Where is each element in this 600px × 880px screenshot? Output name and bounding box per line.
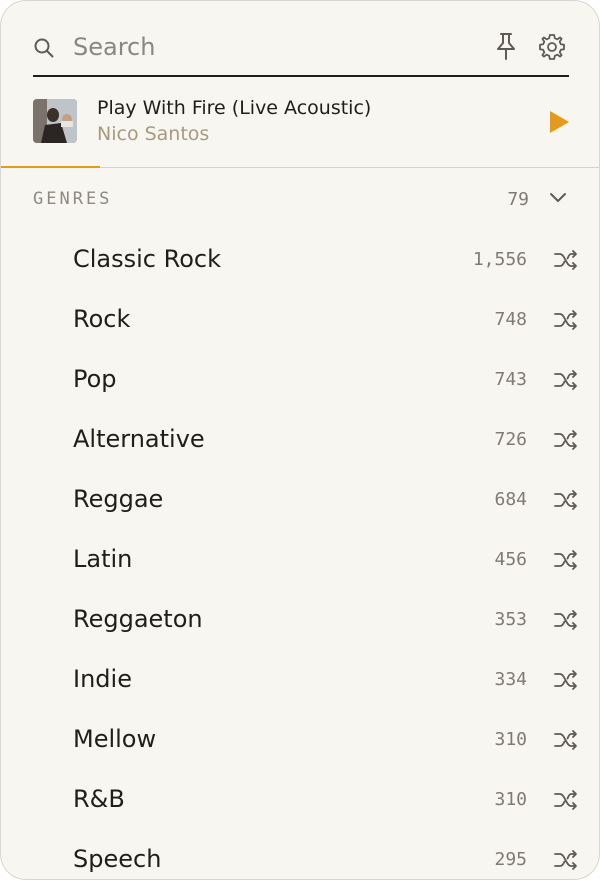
genre-name: Classic Rock (73, 245, 222, 273)
genre-track-count: 1,556 (472, 249, 527, 270)
shuffle-icon[interactable] (553, 849, 579, 871)
pin-icon[interactable] (493, 31, 519, 61)
search-input[interactable] (73, 29, 473, 65)
genre-name: Reggae (73, 485, 164, 513)
shuffle-icon[interactable] (553, 549, 579, 571)
shuffle-icon[interactable] (553, 669, 579, 691)
chevron-down-icon[interactable] (549, 191, 567, 205)
genre-track-count: 456 (494, 549, 527, 570)
genre-track-count: 726 (494, 429, 527, 450)
shuffle-icon[interactable] (553, 309, 579, 331)
shuffle-icon[interactable] (553, 789, 579, 811)
album-art (33, 99, 77, 143)
genre-name: Pop (73, 365, 117, 393)
genre-name: Mellow (73, 725, 157, 753)
genre-row[interactable]: Rock 748 (1, 291, 599, 351)
genre-list: Classic Rock 1,556 Rock 748 Pop 743 Alternativ… (1, 231, 599, 879)
shuffle-icon[interactable] (553, 369, 579, 391)
genre-row[interactable]: Latin 456 (1, 531, 599, 591)
genre-name: Reggaeton (73, 605, 203, 633)
genre-track-count: 334 (494, 669, 527, 690)
genre-row[interactable]: Alternative 726 (1, 411, 599, 471)
genre-track-count: 310 (494, 729, 527, 750)
genre-name: Speech (73, 845, 162, 873)
track-artist[interactable]: Nico Santos (97, 123, 209, 145)
genre-row[interactable]: Classic Rock 1,556 (1, 231, 599, 291)
genre-track-count: 684 (494, 489, 527, 510)
genres-section-header[interactable]: GENRES 79 (33, 185, 569, 215)
section-title: GENRES (33, 189, 113, 209)
music-picker-window: Play With Fire (Live Acoustic) Nico Sant… (0, 0, 600, 880)
track-title: Play With Fire (Live Acoustic) (97, 97, 372, 119)
shuffle-icon[interactable] (553, 249, 579, 271)
genre-row[interactable]: R&B 310 (1, 771, 599, 831)
playback-progress-bar[interactable] (1, 166, 599, 168)
play-button[interactable] (547, 109, 571, 135)
genre-name: Alternative (73, 425, 205, 453)
genre-name: R&B (73, 785, 125, 813)
genre-name: Indie (73, 665, 132, 693)
search-icon (34, 38, 54, 58)
shuffle-icon[interactable] (553, 609, 579, 631)
now-playing: Play With Fire (Live Acoustic) Nico Sant… (1, 87, 599, 169)
genre-track-count: 743 (494, 369, 527, 390)
genre-name: Rock (73, 305, 131, 333)
gear-icon[interactable] (538, 33, 566, 61)
section-count: 79 (507, 189, 529, 210)
genre-row[interactable]: Reggae 684 (1, 471, 599, 531)
genre-name: Latin (73, 545, 133, 573)
shuffle-icon[interactable] (553, 429, 579, 451)
genre-row[interactable]: Pop 743 (1, 351, 599, 411)
search-bar (33, 23, 569, 77)
genre-track-count: 748 (494, 309, 527, 330)
genre-track-count: 310 (494, 789, 527, 810)
shuffle-icon[interactable] (553, 489, 579, 511)
genre-track-count: 295 (494, 849, 527, 870)
playback-progress-fill (1, 166, 100, 168)
genre-row[interactable]: Indie 334 (1, 651, 599, 711)
genre-row[interactable]: Mellow 310 (1, 711, 599, 771)
genre-track-count: 353 (494, 609, 527, 630)
genre-row[interactable]: Reggaeton 353 (1, 591, 599, 651)
genre-row[interactable]: Speech 295 (1, 831, 599, 879)
shuffle-icon[interactable] (553, 729, 579, 751)
